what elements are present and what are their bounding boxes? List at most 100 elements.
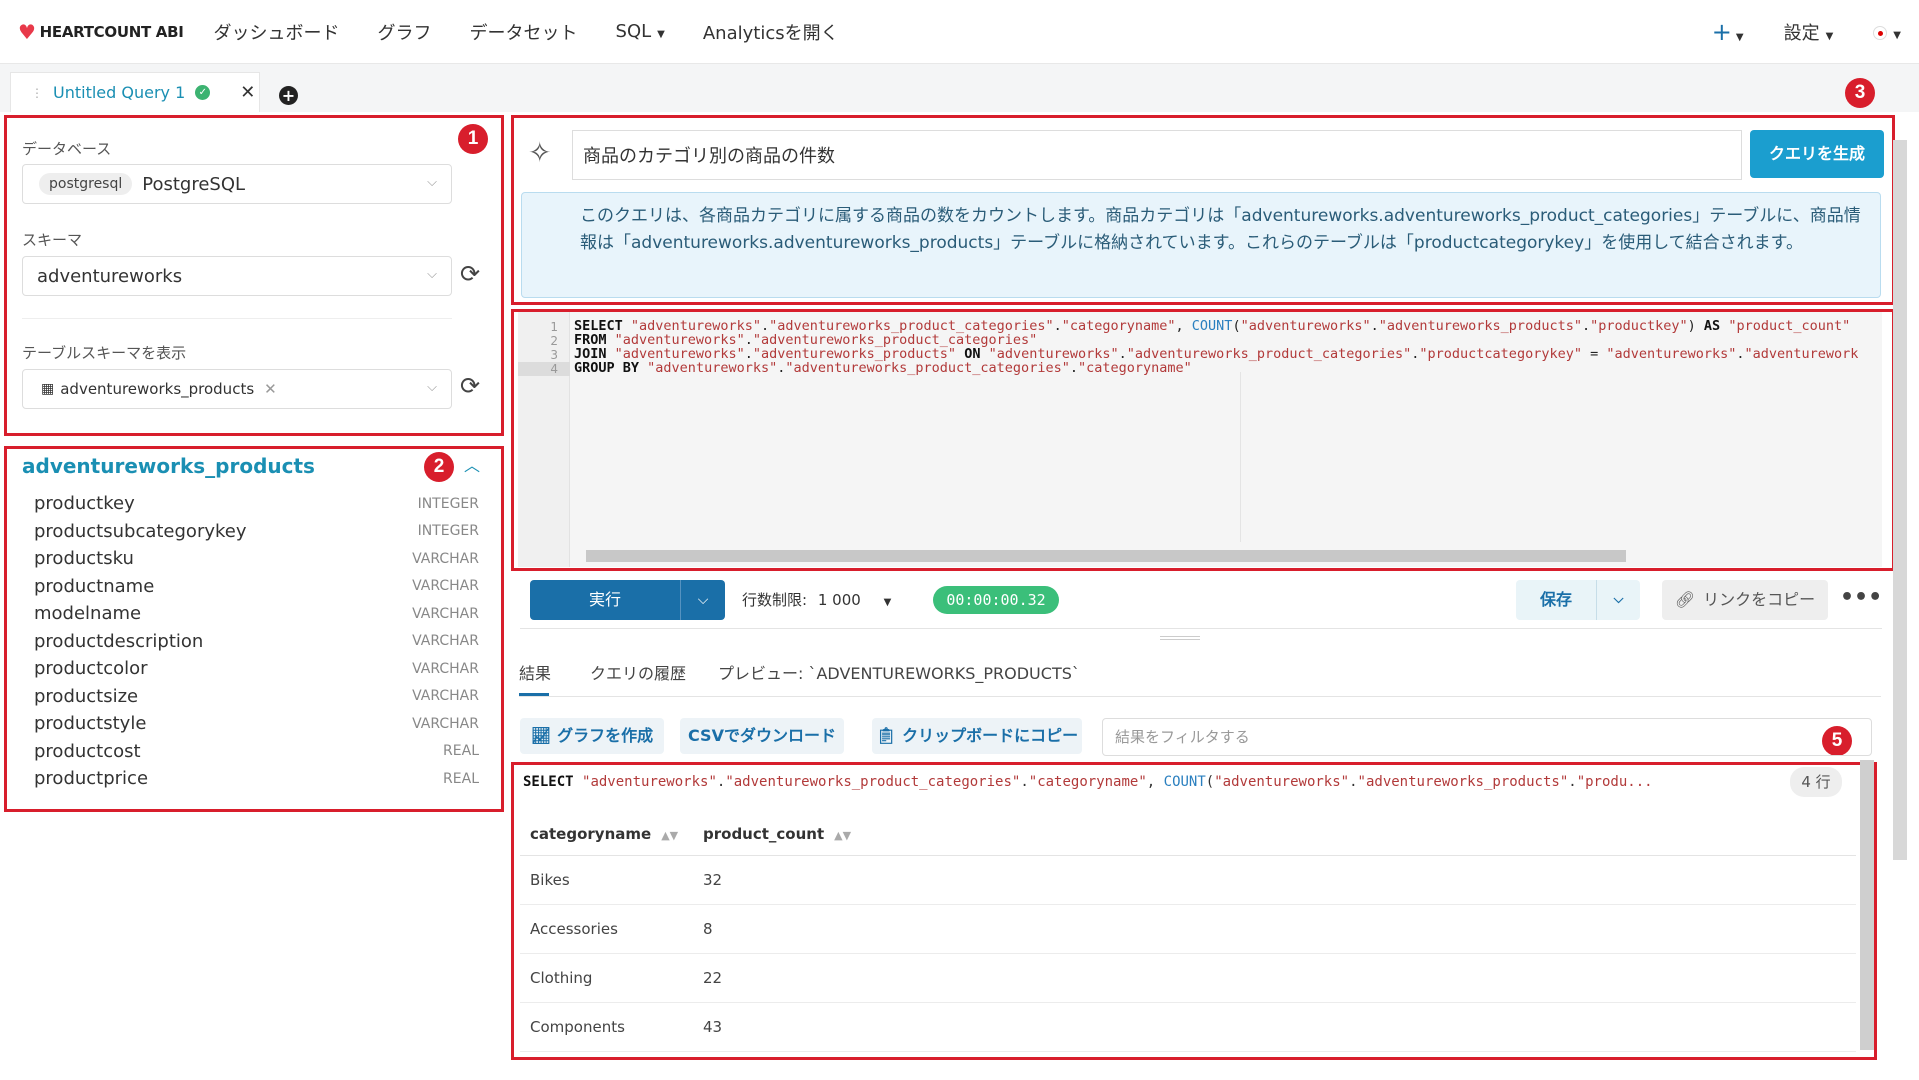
line-number-gutter: 1 2 3 4: [518, 312, 570, 567]
language-menu-button[interactable]: ▼: [1873, 22, 1901, 43]
settings-menu-button[interactable]: 設定 ▼: [1784, 19, 1834, 45]
column-name: productname: [34, 575, 155, 597]
database-type-tag: postgresql: [39, 173, 133, 195]
column-header[interactable]: categoryname ▲▼: [520, 825, 703, 843]
add-menu-button[interactable]: + ▼: [1712, 18, 1744, 46]
caret-down-icon: ▼: [657, 29, 665, 40]
line-number: 3: [550, 348, 558, 362]
add-tab-button[interactable]: +: [279, 86, 298, 105]
results-header-row: categoryname ▲▼ product_count ▲▼: [520, 812, 1856, 856]
schema-column-row[interactable]: productsku VARCHAR: [34, 545, 479, 573]
clear-icon[interactable]: ✕: [264, 380, 277, 398]
create-graph-button[interactable]: 📈︎ グラフを作成: [520, 718, 664, 754]
tab-preview[interactable]: プレビュー: `ADVENTUREWORKS_PRODUCTS`: [718, 660, 1080, 684]
schema-column-row[interactable]: productstyle VARCHAR: [34, 710, 479, 738]
create-graph-label: グラフを作成: [557, 726, 654, 745]
column-header[interactable]: product_count ▲▼: [703, 825, 903, 843]
scrollbar-thumb[interactable]: [586, 550, 1626, 562]
save-label: 保存: [1539, 590, 1572, 609]
copy-clipboard-button[interactable]: 📋︎ クリップボードにコピー: [872, 718, 1082, 754]
tab-query-history[interactable]: クエリの履歴: [590, 660, 686, 684]
nav-graph[interactable]: グラフ: [378, 19, 432, 45]
table-row: Components 43: [520, 1003, 1856, 1052]
caret-down-icon: ▼: [1735, 32, 1744, 43]
nav-open-analytics[interactable]: Analyticsを開く: [703, 19, 839, 45]
schema-label: スキーマ: [22, 231, 83, 249]
schema-value: adventureworks: [37, 265, 183, 287]
column-name: productsku: [34, 548, 134, 570]
schema-select[interactable]: adventureworks ⌵: [22, 256, 452, 296]
table-value: adventureworks_products: [60, 380, 255, 398]
nav-right: + ▼ 設定 ▼ ▼: [1712, 0, 1901, 64]
natural-language-query-input[interactable]: 商品のカテゴリ別の商品の件数: [572, 130, 1742, 180]
top-navigation: ♥ HEARTCOUNT ABI ダッシュボード グラフ データセット SQL ▼…: [0, 0, 1919, 64]
column-name: productsize: [34, 685, 139, 707]
query-tab[interactable]: ⋮ Untitled Query 1 ✓ ✕: [10, 72, 260, 112]
heartcount-logo[interactable]: ♥ HEARTCOUNT ABI: [18, 20, 184, 44]
chevron-down-icon[interactable]: ⌵: [1596, 580, 1640, 620]
more-options-icon[interactable]: •••: [1840, 585, 1882, 610]
query-tab-title: Untitled Query 1: [53, 83, 186, 102]
result-filter-input[interactable]: 結果をフィルタする: [1102, 718, 1872, 756]
nav-dashboard[interactable]: ダッシュボード: [214, 19, 340, 45]
schema-column-row[interactable]: productname VARCHAR: [34, 573, 479, 601]
column-type: VARCHAR: [412, 550, 479, 567]
database-label: データベース: [22, 140, 112, 158]
sql-editor[interactable]: 1 2 3 4 SELECT "adventureworks"."adventu…: [518, 312, 1882, 567]
magic-wand-icon: ✧: [528, 136, 552, 169]
column-type: VARCHAR: [412, 715, 479, 732]
schema-column-row[interactable]: productsubcategorykey INTEGER: [34, 518, 479, 546]
table-cell: 8: [703, 920, 713, 938]
query-tab-bar: ⋮ Untitled Query 1 ✓ ✕ +: [0, 64, 1919, 112]
logo-text: HEARTCOUNT ABI: [39, 22, 184, 41]
column-name: productcolor: [34, 658, 148, 680]
column-name: productstyle: [34, 713, 147, 735]
schema-column-row[interactable]: productcost REAL: [34, 738, 479, 766]
tab-results[interactable]: 結果: [519, 660, 551, 684]
editor-horizontal-scrollbar[interactable]: [576, 546, 1876, 564]
column-type: INTEGER: [417, 523, 479, 540]
code-line[interactable]: GROUP BY "adventureworks"."adventurework…: [574, 360, 1192, 376]
close-icon[interactable]: ✕: [240, 82, 255, 103]
nav-dataset[interactable]: データセット: [470, 19, 578, 45]
column-name: productdescription: [34, 630, 204, 652]
generate-query-button[interactable]: クエリを生成: [1750, 130, 1884, 178]
column-type: VARCHAR: [412, 688, 479, 705]
resize-handle[interactable]: [1160, 636, 1200, 640]
divider: [22, 318, 452, 319]
chevron-down-icon[interactable]: ⌵: [680, 580, 725, 620]
download-csv-button[interactable]: CSVでダウンロード: [680, 718, 844, 754]
row-limit[interactable]: 行数制限: 1 000 ▼: [742, 589, 891, 610]
sort-icon[interactable]: ▲▼: [834, 829, 851, 842]
page-vertical-scrollbar[interactable]: [1893, 140, 1907, 860]
schema-column-row[interactable]: productkey INTEGER: [34, 490, 479, 518]
refresh-table-icon[interactable]: ⟳: [460, 372, 480, 400]
column-header-label: categoryname: [530, 824, 652, 843]
chevron-down-icon: ⌵: [427, 380, 437, 395]
line-number: 2: [550, 334, 558, 348]
copy-link-button[interactable]: 🔗︎ リンクをコピー: [1662, 580, 1828, 620]
caret-down-icon: ▼: [1825, 31, 1834, 42]
drag-handle-icon[interactable]: ⋮: [31, 86, 43, 100]
results-vertical-scrollbar[interactable]: [1860, 760, 1874, 1050]
schema-column-row[interactable]: productprice REAL: [34, 765, 479, 793]
nav-sql[interactable]: SQL ▼: [616, 21, 665, 42]
table-cell: Bikes: [530, 871, 570, 889]
table-cell: 43: [703, 1018, 723, 1036]
table-select[interactable]: ▦ adventureworks_products ✕ ⌵: [22, 369, 452, 409]
schema-column-row[interactable]: productdescription VARCHAR: [34, 628, 479, 656]
schema-column-row[interactable]: productcolor VARCHAR: [34, 655, 479, 683]
schema-column-row[interactable]: modelname VARCHAR: [34, 600, 479, 628]
database-select[interactable]: postgresql PostgreSQL ⌵: [22, 164, 452, 204]
table-icon: ▦: [41, 381, 55, 397]
column-header-label: product_count: [703, 824, 825, 843]
column-type: VARCHAR: [412, 633, 479, 650]
refresh-schema-icon[interactable]: ⟳: [460, 260, 480, 288]
run-button[interactable]: 実行 ⌵: [530, 580, 725, 620]
sort-icon[interactable]: ▲▼: [661, 829, 678, 842]
schema-column-row[interactable]: productsize VARCHAR: [34, 683, 479, 711]
callout-badge-1: 1: [458, 124, 488, 154]
japan-flag-icon: [1873, 25, 1888, 40]
chevron-up-icon[interactable]: ︿: [464, 452, 480, 476]
save-button[interactable]: 保存 ⌵: [1516, 580, 1640, 620]
